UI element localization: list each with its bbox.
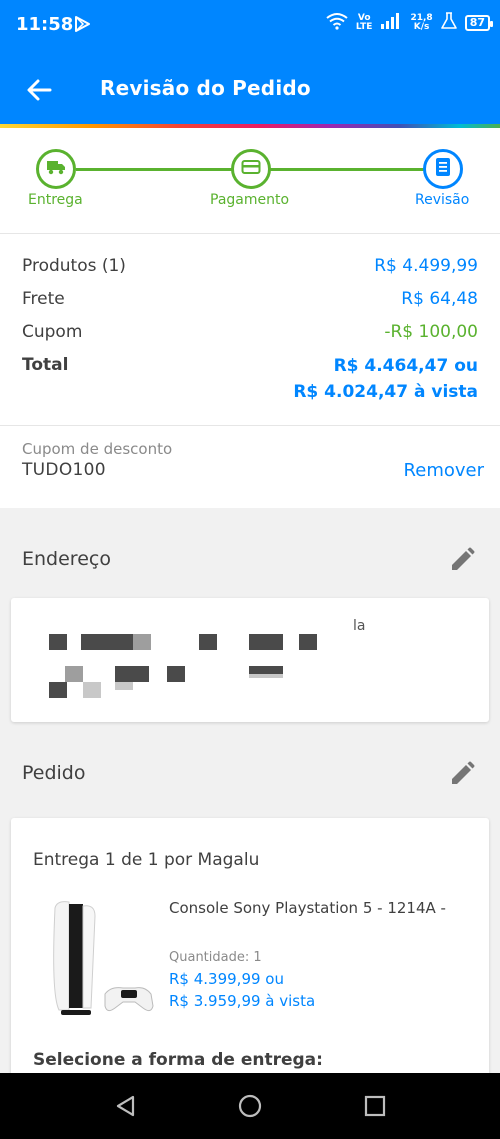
arrow-back-icon[interactable] (24, 74, 56, 106)
coupon-code: TUDO100 (22, 460, 106, 480)
step-connector-2 (270, 168, 424, 171)
step-connector-1 (76, 168, 232, 171)
nav-recents-square-icon[interactable] (362, 1093, 388, 1119)
total-cash: R$ 4.024,47 à vista (293, 382, 478, 402)
address-section-title: Endereço (22, 548, 111, 570)
edit-address-pencil-icon[interactable] (446, 544, 478, 576)
select-delivery-heading: Selecione a forma de entrega: (33, 1050, 323, 1070)
shipping-label: Frete (22, 289, 65, 309)
remove-coupon-button[interactable]: Remover (402, 458, 486, 483)
volte-bottom: LTE (355, 22, 373, 32)
signal-icon (380, 12, 402, 34)
product-price-installments: R$ 4.399,99 ou (169, 970, 284, 988)
step-delivery[interactable] (36, 149, 76, 189)
checkout-stepper: Entrega Pagamento Revisão (0, 128, 500, 234)
truck-icon (46, 159, 66, 179)
total-value: R$ 4.464,47 ou R$ 4.024,47 à vista (293, 353, 478, 405)
step-payment[interactable] (231, 149, 271, 189)
coupon-label: Cupom (22, 322, 83, 342)
step-label-delivery: Entrega (28, 192, 83, 208)
step-label-payment: Pagamento (210, 192, 290, 208)
coupon-value: -R$ 100,00 (384, 322, 478, 342)
nav-back-triangle-icon[interactable] (113, 1093, 139, 1119)
play-store-icon (72, 14, 92, 38)
total-installments: R$ 4.464,47 ou (333, 356, 478, 376)
product-image-ps5[interactable] (47, 898, 159, 1022)
order-summary: Produtos (1) R$ 4.499,99 Frete R$ 64,48 … (0, 234, 500, 426)
lab-flask-icon (440, 12, 457, 34)
status-bar: 11:58 Vo LTE 21,8 K/s 87 (0, 0, 500, 52)
volte-indicator: Vo LTE (356, 14, 373, 32)
status-icons: Vo LTE 21,8 K/s 87 (326, 12, 494, 34)
products-label: Produtos (1) (22, 256, 126, 276)
content-area: Endereço la Pedido Entrega 1 de 1 por Ma… (0, 508, 500, 1098)
speed-unit: K/s (413, 22, 430, 32)
step-label-review: Revisão (415, 192, 470, 208)
nav-home-circle-icon[interactable] (237, 1093, 263, 1119)
coupon-field-label: Cupom de desconto (22, 440, 173, 458)
delivery-header: Entrega 1 de 1 por Magalu (33, 850, 260, 870)
coupon-section: Cupom de desconto TUDO100 Remover (0, 426, 500, 508)
address-partial-text: la (353, 618, 366, 634)
step-review[interactable] (423, 149, 463, 189)
status-time: 11:58 (16, 14, 74, 35)
product-quantity: Quantidade: 1 (169, 950, 262, 965)
products-value: R$ 4.499,99 (374, 256, 478, 276)
receipt-icon (434, 157, 452, 181)
battery-indicator: 87 (464, 15, 494, 31)
network-speed: 21,8 K/s (410, 14, 432, 32)
product-price-cash: R$ 3.959,99 à vista (169, 992, 316, 1010)
wifi-icon (326, 12, 348, 34)
edit-order-pencil-icon[interactable] (446, 758, 478, 790)
product-name[interactable]: Console Sony Playstation 5 - 1214A - (169, 898, 469, 918)
order-card: Entrega 1 de 1 por Magalu Console Sony P… (11, 818, 489, 1098)
page-title: Revisão do Pedido (100, 76, 311, 100)
app-bar: Revisão do Pedido (0, 52, 500, 124)
credit-card-icon (241, 159, 261, 179)
shipping-value: R$ 64,48 (401, 289, 478, 309)
total-label: Total (22, 355, 69, 375)
system-navigation-bar (0, 1073, 500, 1139)
address-card: la (11, 598, 489, 722)
order-section-title: Pedido (22, 762, 86, 784)
